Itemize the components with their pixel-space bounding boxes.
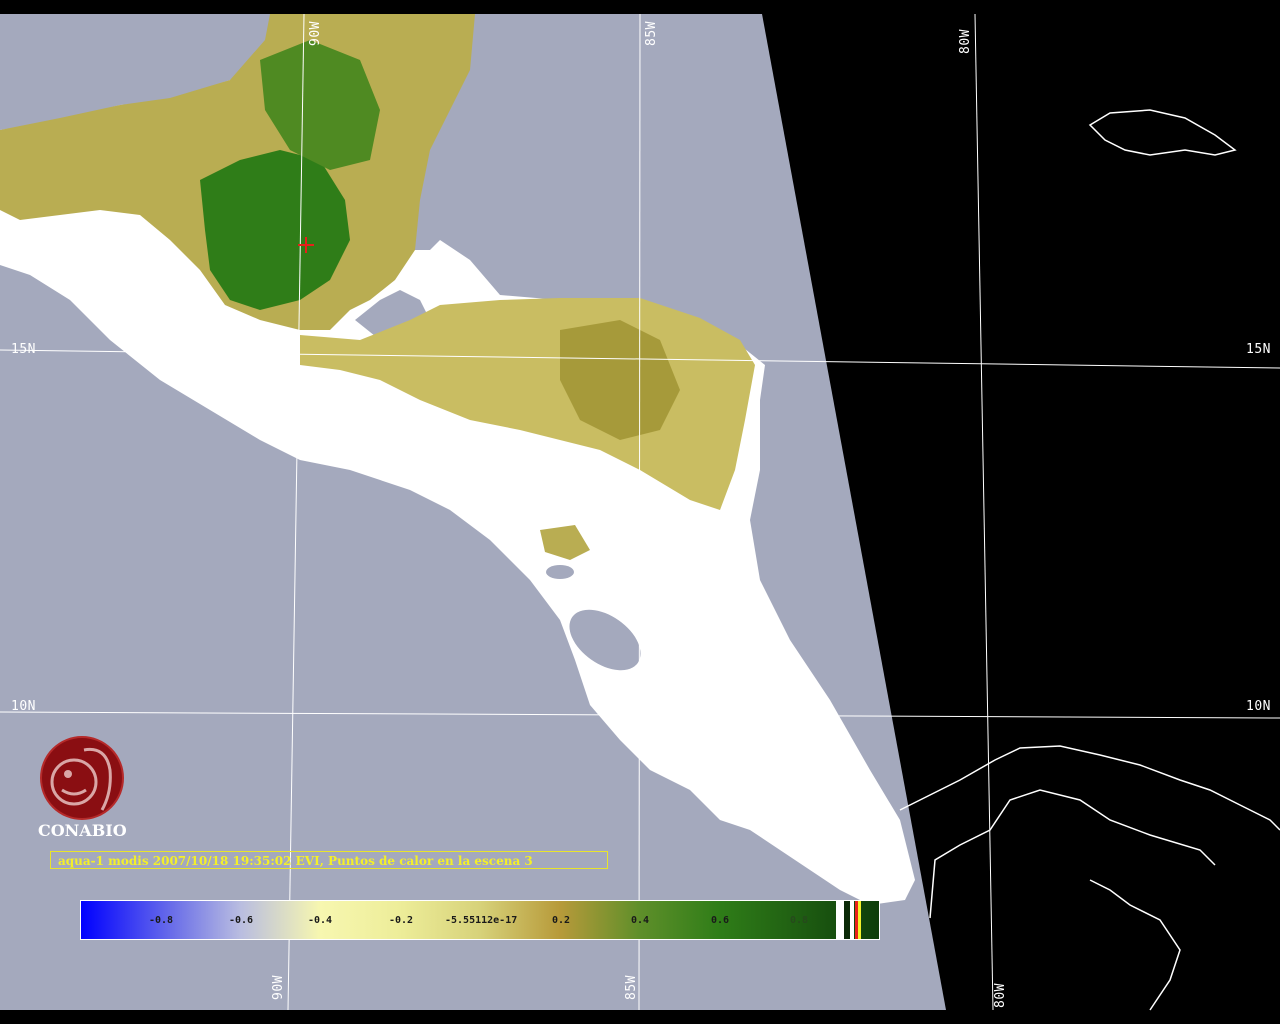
lat-label-15n-right: 15N: [1246, 342, 1271, 357]
colorbar-tick: -0.6: [229, 915, 254, 926]
scene-caption: aqua-1 modis 2007/10/18 19:35:02 EVI, Pu…: [50, 851, 608, 869]
colorbar-tick: 0.8: [790, 915, 809, 926]
logo-name: CONABIO: [38, 821, 127, 840]
colorbar-tick: -0.4: [308, 915, 333, 926]
colorbar-yellow-swatch: [858, 901, 861, 939]
colorbar-land-swatch: [850, 901, 854, 939]
colorbar-tick: -5.55112e-17: [445, 915, 518, 926]
colorbar-tick: -0.2: [389, 915, 414, 926]
conabio-macaw-logo-icon: [40, 736, 124, 820]
colorbar-tick: 0.4: [631, 915, 650, 926]
lat-label-10n-left: 10N: [11, 699, 36, 714]
evi-colorbar: -0.8 -0.6 -0.4 -0.2 -5.55112e-17 0.2 0.4…: [80, 900, 880, 940]
lat-label-15n-left: 15N: [11, 342, 36, 357]
colorbar-cloud-swatch: [836, 901, 844, 939]
lon-label-90w-bottom: 90W: [271, 975, 286, 1000]
lon-label-80w-bottom: 80W: [993, 983, 1008, 1008]
lon-label-85w-top: 85W: [644, 21, 659, 46]
lon-label-90w-top: 90W: [308, 21, 323, 46]
lon-label-80w-top: 80W: [958, 29, 973, 54]
lon-label-85w-bottom: 85W: [624, 975, 639, 1000]
lake-managua: [546, 565, 574, 579]
colorbar-tick: 0.2: [552, 915, 571, 926]
colorbar-tick: 0.6: [711, 915, 730, 926]
lat-label-10n-right: 10N: [1246, 699, 1271, 714]
colorbar-tick: -0.8: [149, 915, 174, 926]
satellite-map: [0, 0, 1280, 1024]
